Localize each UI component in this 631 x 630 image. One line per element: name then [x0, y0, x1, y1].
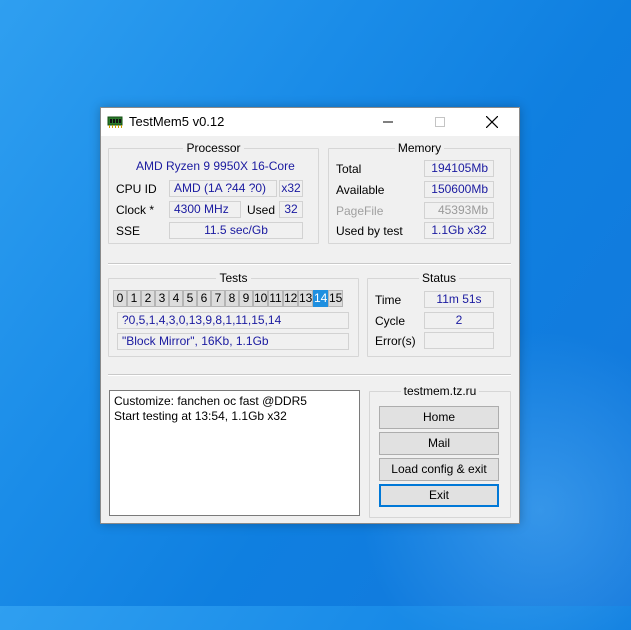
cycle-field: 2 — [424, 312, 494, 329]
test-cell-9: 9 — [239, 290, 253, 307]
test-cell-8: 8 — [225, 290, 239, 307]
test-cell-7: 7 — [211, 290, 225, 307]
testmem-window: TestMem5 v0.12 Processor AMD Ryzen 9 995… — [100, 107, 520, 524]
test-cell-14: 14 — [313, 290, 328, 307]
minimize-button[interactable] — [365, 108, 411, 136]
mail-button[interactable]: Mail — [379, 432, 499, 455]
minimize-icon — [383, 121, 393, 123]
clock-label: Clock * — [116, 203, 155, 217]
sse-field: 11.5 sec/Gb — [169, 222, 303, 239]
test-cell-6: 6 — [197, 290, 211, 307]
time-field: 11m 51s — [424, 291, 494, 308]
usedby-field: 1.1Gb x32 — [424, 222, 494, 239]
cpu-name: AMD Ryzen 9 9950X 16-Core — [136, 159, 295, 173]
test-cell-13: 13 — [298, 290, 313, 307]
test-cell-2: 2 — [141, 290, 155, 307]
cpuid-field: AMD (1A ?44 ?0) — [169, 180, 277, 197]
memory-chip-icon — [107, 116, 123, 128]
load-config-exit-button[interactable]: Load config & exit — [379, 458, 499, 481]
site-link[interactable]: testmem.tz.ru — [400, 384, 480, 398]
separator-top — [108, 263, 511, 265]
total-field: 194105Mb — [424, 160, 494, 177]
clock-field: 4300 MHz — [169, 201, 241, 218]
home-button[interactable]: Home — [379, 406, 499, 429]
separator-middle — [108, 374, 511, 376]
maximize-button[interactable] — [417, 108, 463, 136]
test-cell-3: 3 — [155, 290, 169, 307]
cpuid-label: CPU ID — [116, 182, 157, 196]
cycle-label: Cycle — [375, 314, 406, 328]
test-cell-11: 11 — [268, 290, 283, 307]
test-cell-4: 4 — [169, 290, 183, 307]
available-field: 150600Mb — [424, 181, 494, 198]
memory-legend: Memory — [394, 141, 445, 155]
tests-legend: Tests — [216, 271, 251, 285]
usedby-label: Used by test — [336, 224, 403, 238]
current-test-field: "Block Mirror", 16Kb, 1.1Gb — [117, 333, 349, 350]
pagefile-label: PageFile — [336, 204, 384, 218]
log-textarea[interactable]: Customize: fanchen oc fast @DDR5 Start t… — [109, 390, 360, 516]
test-cell-0: 0 — [113, 290, 127, 307]
available-label: Available — [336, 183, 385, 197]
cpuid-threads-field: x32 — [279, 180, 303, 197]
used-label: Used — [247, 203, 276, 217]
test-cell-10: 10 — [253, 290, 268, 307]
test-cell-15: 15 — [328, 290, 343, 307]
processor-legend: Processor — [183, 141, 244, 155]
sse-label: SSE — [116, 224, 141, 238]
title-bar[interactable]: TestMem5 v0.12 — [101, 108, 519, 136]
window-title: TestMem5 v0.12 — [129, 114, 225, 129]
test-cell-1: 1 — [127, 290, 141, 307]
test-cells: 0 1 2 3 4 5 6 7 8 9 10 11 12 13 14 15 — [113, 290, 343, 308]
close-icon — [485, 115, 499, 129]
time-label: Time — [375, 293, 402, 307]
pagefile-field: 45393Mb — [424, 202, 494, 219]
test-cell-5: 5 — [183, 290, 197, 307]
maximize-icon — [435, 117, 445, 127]
total-label: Total — [336, 162, 362, 176]
test-sequence-field: ?0,5,1,4,3,0,13,9,8,1,11,15,14 — [117, 312, 349, 329]
log-line: Customize: fanchen oc fast @DDR5 — [114, 394, 307, 408]
used-field: 32 — [279, 201, 303, 218]
errors-label: Error(s) — [375, 334, 416, 348]
log-line: Start testing at 13:54, 1.1Gb x32 — [114, 409, 287, 423]
exit-button[interactable]: Exit — [379, 484, 499, 507]
close-button[interactable] — [469, 108, 515, 136]
test-cell-12: 12 — [283, 290, 298, 307]
status-legend: Status — [418, 271, 460, 285]
errors-field — [424, 332, 494, 349]
